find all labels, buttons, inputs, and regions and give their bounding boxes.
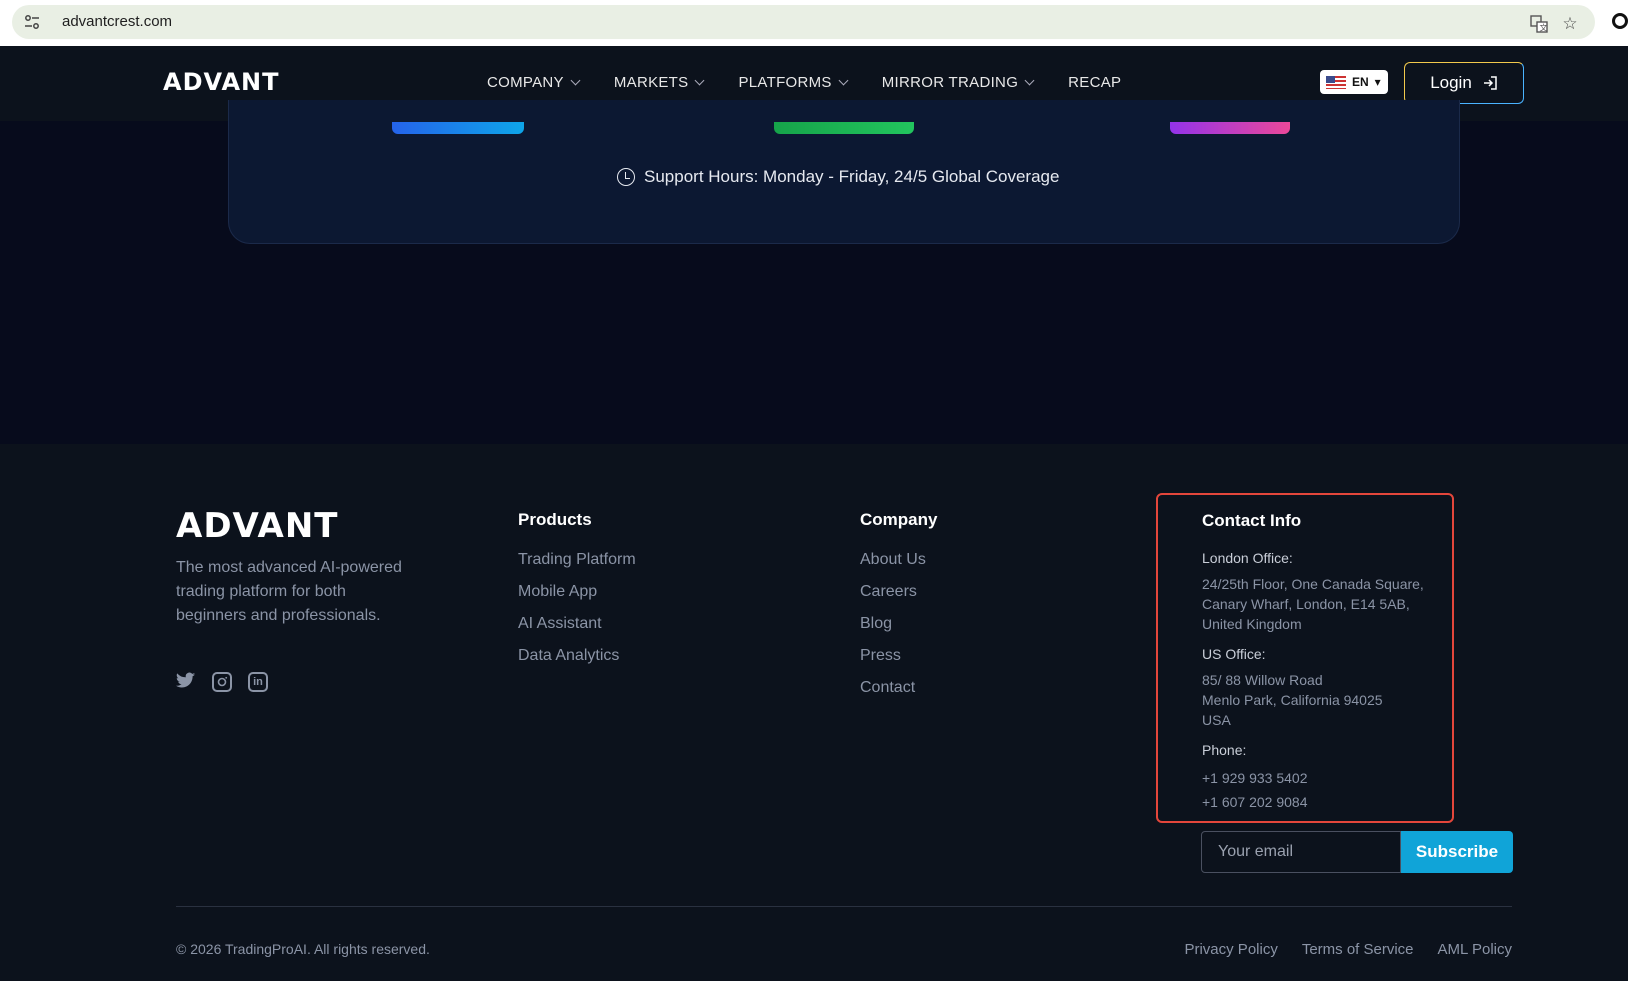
nav-item-recap[interactable]: RECAP [1068, 74, 1121, 91]
footer-logo[interactable]: ADVANT [176, 506, 339, 546]
translate-icon[interactable]: 文 [1530, 15, 1548, 33]
subscribe-button[interactable]: Subscribe [1401, 831, 1513, 873]
contact-info: Contact Info London Office: 24/25th Floo… [1202, 511, 1452, 826]
contact-heading: Contact Info [1202, 511, 1302, 530]
nav-menu: COMPANY MARKETS PLATFORMS MIRROR TRADING… [487, 74, 1156, 91]
footer-link-press[interactable]: Press [860, 646, 937, 665]
caret-down-icon: ▾ [1374, 75, 1381, 89]
footer-divider [176, 906, 1512, 907]
footer-link-ai-assistant[interactable]: AI Assistant [518, 614, 636, 633]
newsletter-form: Subscribe [1201, 831, 1513, 873]
chevron-down-icon [695, 75, 705, 86]
london-office: London Office: 24/25th Floor, One Canada… [1202, 550, 1424, 632]
footer-link-trading-platform[interactable]: Trading Platform [518, 550, 636, 569]
chevron-down-icon [838, 75, 849, 86]
support-hours: Support Hours: Monday - Friday, 24/5 Glo… [617, 167, 1059, 187]
privacy-policy-link[interactable]: Privacy Policy [1184, 941, 1277, 958]
chevron-down-icon [1024, 75, 1035, 86]
nav-item-mirror-trading[interactable]: MIRROR TRADING [882, 74, 1035, 91]
contact-info-highlight: Contact Info London Office: 24/25th Floo… [1156, 493, 1454, 823]
clock-icon [617, 168, 635, 186]
star-icon[interactable]: ☆ [1561, 15, 1579, 33]
chevron-down-icon [570, 75, 581, 86]
address-bar[interactable]: advantcrest.com 文 ☆ [12, 5, 1595, 39]
footer-link-mobile-app[interactable]: Mobile App [518, 582, 636, 601]
footer-link-contact[interactable]: Contact [860, 678, 937, 697]
instagram-icon[interactable] [212, 672, 232, 692]
legal-links: Privacy Policy Terms of Service AML Poli… [1184, 941, 1512, 958]
support-card: Support Hours: Monday - Friday, 24/5 Glo… [228, 100, 1460, 244]
social-links: in [176, 672, 268, 692]
phone-numbers: Phone: +1 929 933 5402 +1 607 202 9084 [1202, 742, 1452, 814]
support-button-green[interactable] [774, 122, 914, 134]
us-office: US Office: 85/ 88 Willow Road Menlo Park… [1202, 646, 1383, 728]
aml-policy-link[interactable]: AML Policy [1438, 941, 1512, 958]
language-selector[interactable]: EN ▾ [1320, 70, 1388, 94]
login-icon [1483, 76, 1497, 90]
footer-link-data-analytics[interactable]: Data Analytics [518, 646, 636, 665]
copyright-text: © 2026 TradingProAI. All rights reserved… [176, 941, 430, 957]
nav-item-company[interactable]: COMPANY [487, 74, 581, 91]
tune-icon[interactable] [24, 15, 40, 29]
email-input[interactable] [1201, 831, 1401, 873]
footer-products-column: Products Trading Platform Mobile App AI … [518, 510, 636, 678]
url-text[interactable]: advantcrest.com [62, 13, 172, 30]
linkedin-icon[interactable]: in [248, 672, 268, 692]
footer-link-careers[interactable]: Careers [860, 582, 937, 601]
profile-icon[interactable] [1612, 13, 1628, 29]
nav-item-markets[interactable]: MARKETS [614, 74, 705, 91]
support-button-pink[interactable] [1170, 122, 1290, 134]
us-flag-icon [1326, 75, 1346, 89]
login-button[interactable]: Login [1404, 62, 1524, 104]
browser-toolbar: advantcrest.com 文 ☆ [0, 0, 1628, 46]
footer-company-column: Company About Us Careers Blog Press Cont… [860, 510, 937, 710]
site-logo[interactable]: ADVANT [163, 68, 279, 96]
nav-item-platforms[interactable]: PLATFORMS [738, 74, 849, 91]
support-button-blue[interactable] [392, 122, 524, 134]
terms-of-service-link[interactable]: Terms of Service [1302, 941, 1414, 958]
footer-link-about-us[interactable]: About Us [860, 550, 937, 569]
products-heading: Products [518, 510, 592, 529]
svg-text:文: 文 [1540, 23, 1548, 33]
footer-link-blog[interactable]: Blog [860, 614, 937, 633]
phone-number[interactable]: +1 607 202 9084 [1202, 790, 1452, 814]
company-heading: Company [860, 510, 938, 529]
phone-number[interactable]: +1 929 933 5402 [1202, 766, 1452, 790]
twitter-icon[interactable] [176, 672, 196, 692]
footer-tagline: The most advanced AI-powered trading pla… [176, 559, 402, 624]
site-footer: ADVANT The most advanced AI-powered trad… [0, 444, 1628, 981]
